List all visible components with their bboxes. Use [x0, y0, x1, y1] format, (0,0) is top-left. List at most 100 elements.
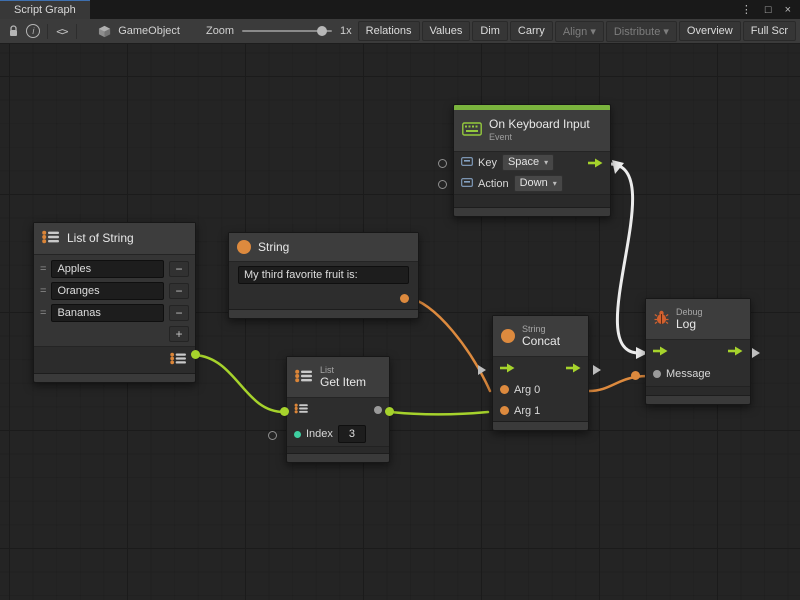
list-item-row: = Oranges −: [40, 280, 189, 302]
code-view-icon[interactable]: <>: [52, 22, 72, 41]
add-item-button[interactable]: +: [169, 326, 189, 342]
list-item-input[interactable]: Oranges: [51, 282, 164, 300]
list-item-input[interactable]: Apples: [51, 260, 164, 278]
string-output-port[interactable]: [400, 294, 409, 303]
wire-control-keyboard-to-log[interactable]: [611, 164, 639, 353]
wire-getitem-to-concat-arg1[interactable]: [390, 412, 488, 414]
node-footer: [646, 395, 750, 404]
control-output-port[interactable]: [566, 363, 581, 373]
list-output-row: [34, 346, 195, 373]
zoom-slider-handle[interactable]: [317, 26, 327, 36]
arg0-row: Arg 0: [493, 379, 588, 400]
add-item-row: +: [34, 324, 195, 346]
dim-button[interactable]: Dim: [472, 21, 508, 41]
chevron-down-icon: ▾: [544, 156, 548, 169]
window-controls: ⋮ □ ×: [741, 0, 800, 19]
node-title: Log: [676, 318, 703, 331]
relations-button[interactable]: Relations: [358, 21, 420, 41]
wire-control-start-arrowhead: [612, 160, 624, 174]
node-header: Debug Log: [646, 299, 750, 340]
action-dropdown-value: Down: [520, 177, 548, 190]
control-input-port[interactable]: [653, 346, 668, 356]
wire-list-to-getitem[interactable]: [195, 355, 284, 412]
index-input[interactable]: 3: [338, 425, 366, 443]
control-row: [493, 357, 588, 379]
arg1-label: Arg 1: [514, 405, 540, 417]
string-value-row: My third favorite fruit is:: [229, 262, 418, 287]
index-port-circle[interactable]: [268, 431, 277, 440]
concat-result-wire-cap[interactable]: [631, 371, 640, 380]
node-header: String: [229, 233, 418, 262]
node-footer: [229, 309, 418, 318]
string-output-row: [229, 287, 418, 309]
getitem-input-wire-cap[interactable]: [280, 407, 289, 416]
item-output-port[interactable]: [374, 406, 382, 414]
values-button[interactable]: Values: [422, 21, 471, 41]
concat-left-relation-triangle: [478, 365, 486, 375]
script-graph-window: Script Graph ⋮ □ × i <> GameObject Zoom …: [0, 0, 800, 600]
key-row: Key Space ▾: [454, 152, 610, 173]
zoom-slider[interactable]: [242, 30, 332, 32]
arg0-input-port[interactable]: [500, 385, 509, 394]
drag-handle-icon[interactable]: =: [40, 263, 46, 275]
action-dropdown[interactable]: Down ▾: [514, 175, 563, 192]
node-debug-log[interactable]: Debug Log Message: [645, 298, 751, 405]
remove-item-button[interactable]: −: [169, 283, 189, 299]
distribute-button: Distribute ▾: [606, 21, 677, 42]
overview-button[interactable]: Overview: [679, 21, 741, 41]
action-port-circle[interactable]: [438, 180, 447, 189]
control-input-port[interactable]: [500, 363, 515, 373]
getitem-output-port-dot[interactable]: [385, 407, 394, 416]
node-get-item[interactable]: List Get Item Index 3: [286, 356, 390, 463]
window-menu-icon[interactable]: ⋮: [741, 3, 752, 16]
concat-right-relation-triangle: [593, 365, 601, 375]
list-input-row: [287, 398, 389, 422]
drag-handle-icon[interactable]: =: [40, 285, 46, 297]
string-icon: [501, 329, 515, 343]
node-subtitle: Event: [489, 132, 590, 143]
gameobject-label[interactable]: GameObject: [118, 25, 180, 37]
chevron-down-icon: ▾: [553, 177, 557, 190]
list-icon: [42, 230, 60, 247]
node-title: String: [258, 241, 289, 254]
list-output-port-dot[interactable]: [191, 350, 200, 359]
remove-item-button[interactable]: −: [169, 261, 189, 277]
index-label: Index: [306, 428, 333, 440]
remove-item-button[interactable]: −: [169, 305, 189, 321]
node-list-of-string[interactable]: List of String = Apples − = Oranges − = …: [33, 222, 196, 383]
arg1-row: Arg 1: [493, 400, 588, 421]
node-concat[interactable]: String Concat Arg 0 Arg 1: [492, 315, 589, 431]
node-header: String Concat: [493, 316, 588, 357]
arg0-label: Arg 0: [514, 384, 540, 396]
bug-icon: [654, 310, 669, 328]
key-dropdown[interactable]: Space ▾: [502, 154, 554, 171]
index-input-port[interactable]: [294, 431, 301, 438]
tab-script-graph[interactable]: Script Graph: [0, 0, 90, 19]
list-item-input[interactable]: Bananas: [51, 304, 164, 322]
toolbar-buttons: Relations Values Dim Carry Align ▾ Distr…: [356, 21, 796, 42]
control-row: [646, 340, 750, 362]
arg1-input-port[interactable]: [500, 406, 509, 415]
graph-canvas[interactable]: On Keyboard Input Event Key Space ▾: [0, 44, 800, 600]
maximize-icon[interactable]: □: [765, 4, 772, 16]
info-icon[interactable]: i: [24, 22, 44, 41]
carry-button[interactable]: Carry: [510, 21, 553, 41]
fullscreen-button[interactable]: Full Scr: [743, 21, 796, 41]
lock-icon[interactable]: [4, 22, 24, 41]
node-footer: [454, 207, 610, 216]
control-output-port[interactable]: [728, 346, 743, 356]
message-input-port[interactable]: [653, 370, 661, 378]
string-value-input[interactable]: My third favorite fruit is:: [238, 266, 409, 284]
tab-bar: Script Graph ⋮ □ ×: [0, 0, 800, 19]
close-icon[interactable]: ×: [785, 4, 791, 16]
wire-concat-to-log-message[interactable]: [589, 376, 648, 391]
align-button: Align ▾: [555, 21, 604, 42]
control-output-port[interactable]: [588, 158, 603, 168]
log-right-relation-triangle: [752, 348, 760, 358]
node-string-literal[interactable]: String My third favorite fruit is:: [228, 232, 419, 319]
drag-handle-icon[interactable]: =: [40, 307, 46, 319]
message-row: Message: [646, 362, 750, 386]
node-title: On Keyboard Input: [489, 118, 590, 131]
key-port-circle[interactable]: [438, 159, 447, 168]
node-on-keyboard-input[interactable]: On Keyboard Input Event Key Space ▾: [453, 104, 611, 217]
